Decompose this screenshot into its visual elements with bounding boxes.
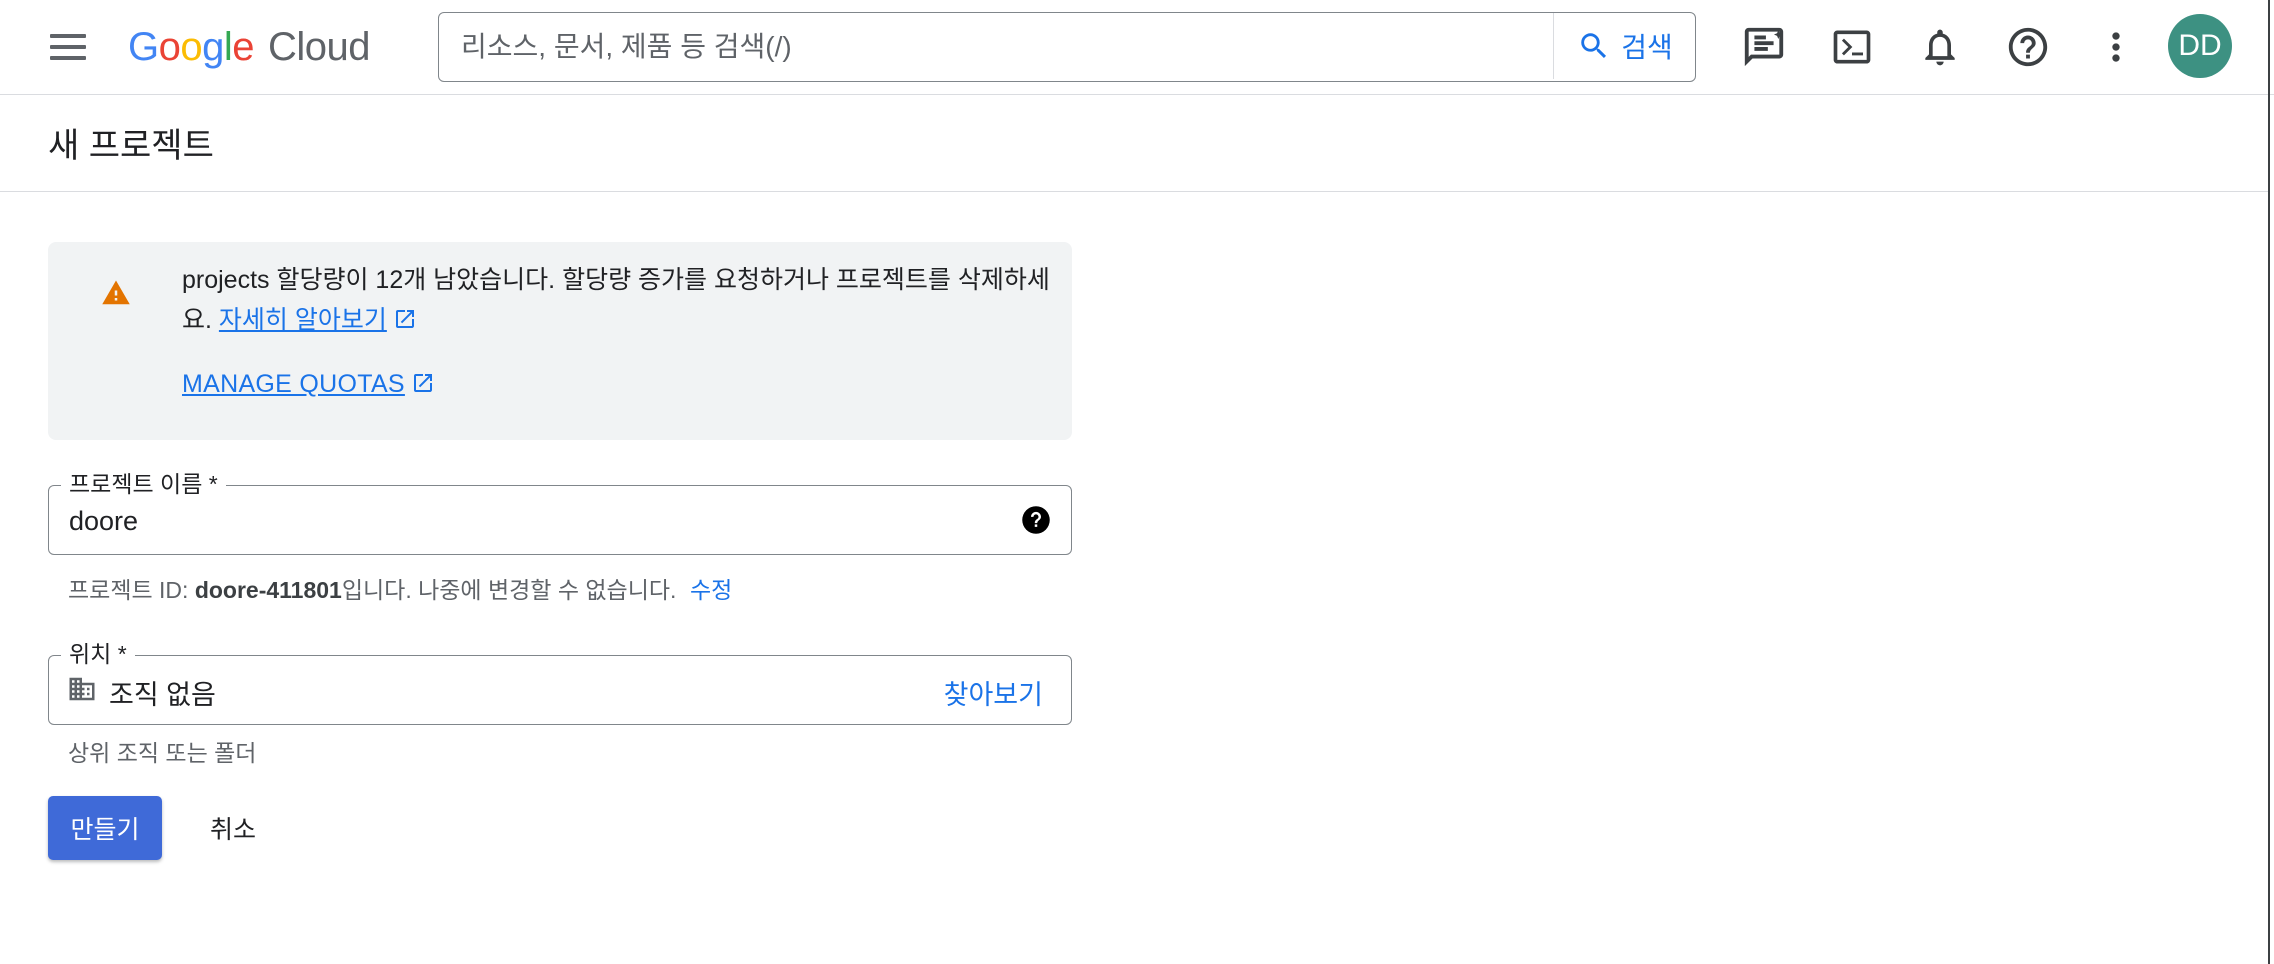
- open-in-new-icon: [413, 374, 432, 392]
- search-button-label: 검색: [1621, 32, 1673, 63]
- search-icon: [1581, 33, 1607, 59]
- quota-notice: projects 할당량이 12개 남았습니다. 할당량 증가를 요청하거나 프…: [48, 242, 1072, 440]
- cloud-shell-button[interactable]: [1822, 17, 1882, 77]
- learn-more-label: 자세히 알아보기: [218, 306, 387, 334]
- project-id-value: doore-411801: [194, 577, 342, 603]
- project-id-suffix: 입니다. 나중에 변경할 수 없습니다.: [341, 577, 677, 603]
- project-name-label: 프로젝트 이름 *: [61, 470, 226, 498]
- project-id-prefix: 프로젝트 ID:: [68, 577, 195, 603]
- search-bar: 검색: [438, 12, 1696, 82]
- feedback-button[interactable]: [1734, 17, 1794, 77]
- feedback-icon: [1744, 27, 1784, 67]
- page-title: 새 프로젝트: [48, 127, 214, 165]
- quota-notice-text: projects 할당량이 12개 남았습니다. 할당량 증가를 요청하거나 프…: [182, 260, 1052, 340]
- location-field[interactable]: 위치 * 조직 없음 찾아보기: [48, 640, 1072, 725]
- cancel-button[interactable]: 취소: [190, 796, 276, 860]
- organization-icon: [69, 677, 95, 701]
- warning-icon: [102, 280, 130, 305]
- top-bar: Google Cloud 검색 DD: [0, 0, 2274, 95]
- manage-quotas-label: MANAGE QUOTAS: [182, 370, 405, 398]
- notifications-button[interactable]: [1910, 17, 1970, 77]
- cloud-shell-icon: [1833, 30, 1871, 64]
- project-name-input[interactable]: [67, 500, 971, 542]
- edit-project-id-link[interactable]: 수정: [690, 571, 732, 605]
- create-button[interactable]: 만들기: [48, 796, 162, 860]
- window-edge: [2268, 0, 2270, 964]
- help-icon: [2008, 27, 2048, 67]
- google-cloud-logo[interactable]: Google Cloud: [128, 20, 371, 74]
- manage-quotas-link[interactable]: MANAGE QUOTAS: [182, 370, 435, 399]
- search-button[interactable]: 검색: [1553, 13, 1696, 79]
- help-button[interactable]: [1998, 17, 2058, 77]
- search-input[interactable]: [459, 13, 1463, 81]
- more-vert-icon: [2112, 32, 2120, 62]
- logo-cloud: Cloud: [268, 24, 371, 69]
- learn-more-link[interactable]: 자세히 알아보기: [219, 306, 387, 334]
- logo-google: Google: [128, 24, 255, 69]
- notifications-icon: [1925, 29, 1955, 66]
- project-name-field: 프로젝트 이름 *: [48, 470, 1072, 555]
- location-hint: 상위 조직 또는 폴더: [68, 740, 257, 766]
- project-id-hint: 프로젝트 ID: doore-411801입니다. 나중에 변경할 수 없습니다…: [68, 571, 676, 605]
- account-avatar[interactable]: DD: [2168, 14, 2232, 78]
- more-options-button[interactable]: [2086, 17, 2146, 77]
- help-circle-icon[interactable]: [1021, 505, 1051, 535]
- header-divider: [0, 191, 2270, 192]
- location-value: 조직 없음: [109, 680, 216, 710]
- menu-icon[interactable]: [44, 26, 92, 68]
- location-label: 위치 *: [61, 640, 135, 668]
- browse-button[interactable]: 찾아보기: [944, 673, 1043, 712]
- open-in-new-icon[interactable]: [393, 307, 417, 331]
